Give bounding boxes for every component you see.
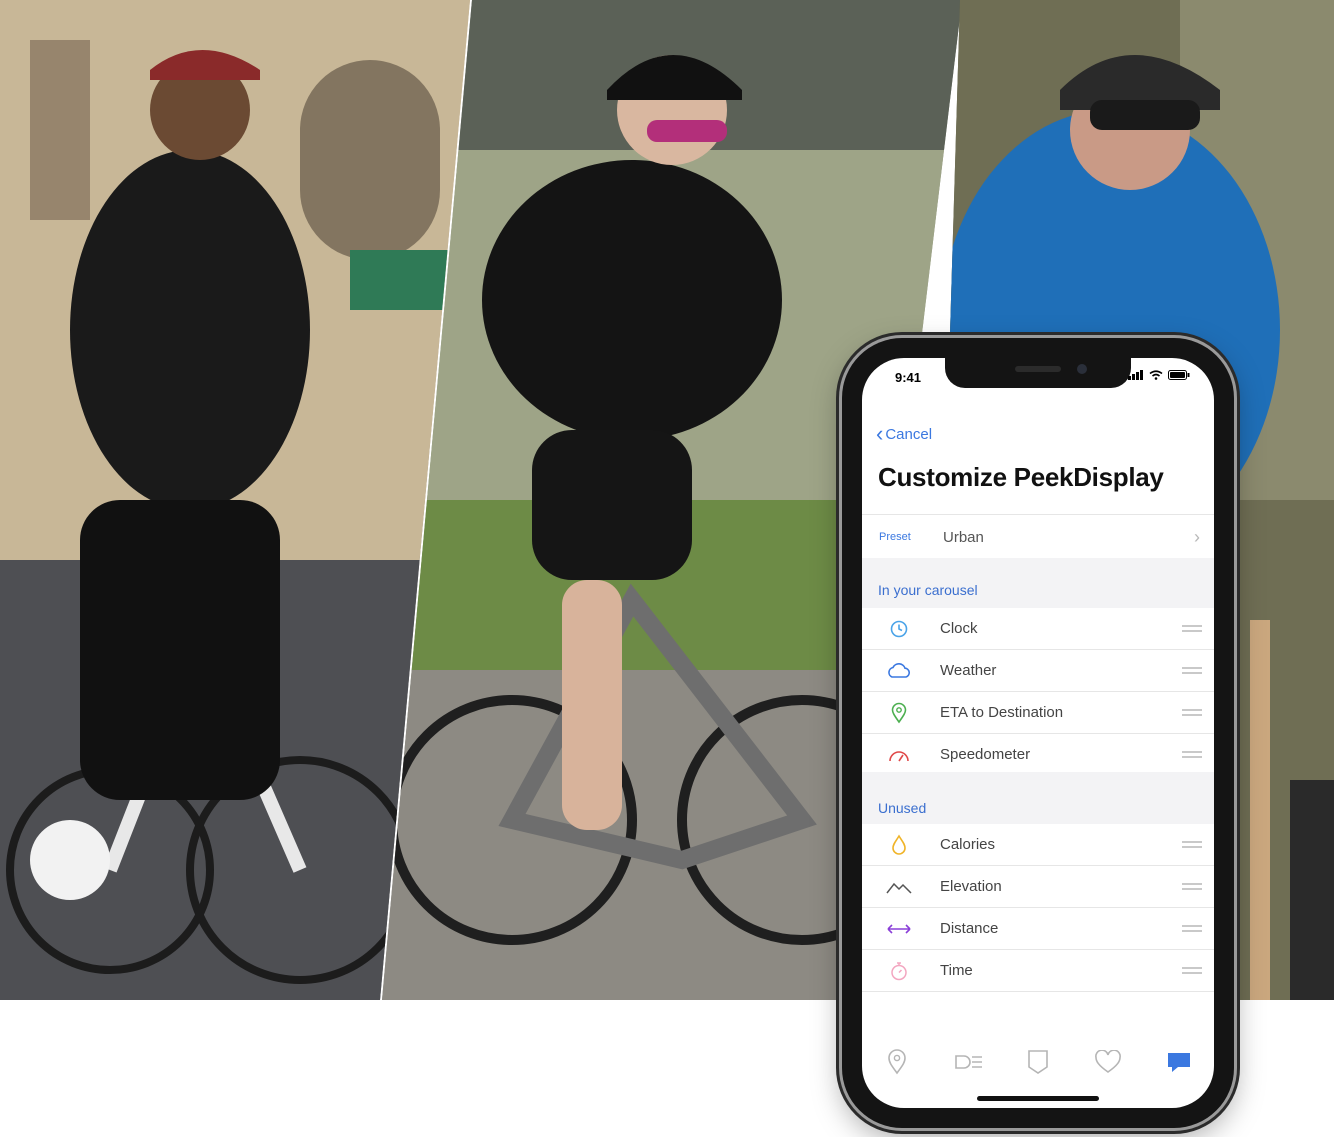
drag-handle-icon[interactable] (1182, 622, 1202, 635)
list-item-distance[interactable]: Distance (862, 908, 1214, 950)
heart-tab-icon[interactable] (1091, 1047, 1125, 1077)
chat-tab-icon[interactable] (1162, 1047, 1196, 1077)
page-title: Customize PeekDisplay (878, 462, 1164, 492)
unused-section-header (862, 772, 1214, 824)
wifi-icon (1149, 370, 1163, 380)
list-item-label: Weather (940, 662, 997, 679)
chevron-left-icon: ‹ (876, 420, 884, 446)
list-item-weather[interactable]: Weather (862, 650, 1214, 692)
list-item-label: Calories (940, 836, 996, 853)
speedometer-icon (886, 742, 912, 768)
list-item-label: Distance (940, 920, 999, 937)
list-item-time[interactable]: Time (862, 950, 1214, 992)
tab-bar (862, 1038, 1214, 1086)
drag-handle-icon[interactable] (1182, 922, 1202, 935)
clock-icon (886, 616, 912, 642)
unused-section-title: Unused (878, 800, 927, 816)
list-item-label: Elevation (940, 878, 1002, 895)
list-item-elevation[interactable]: Elevation (862, 866, 1214, 908)
cancel-button[interactable]: ‹ Cancel (876, 420, 933, 446)
signal-icon (1127, 370, 1143, 380)
list-item-label: Speedometer (940, 746, 1031, 763)
battery-icon (1168, 370, 1190, 380)
home-indicator (977, 1096, 1099, 1101)
front-camera (1077, 364, 1087, 374)
drag-handle-icon[interactable] (1182, 880, 1202, 893)
drag-handle-icon[interactable] (1182, 664, 1202, 677)
cancel-label: Cancel (885, 426, 933, 443)
elevation-icon (886, 874, 912, 900)
drag-handle-icon[interactable] (1182, 706, 1202, 719)
speaker-grille (1015, 366, 1061, 372)
list-item-label: Time (940, 962, 973, 979)
flame-icon (886, 832, 912, 858)
drag-handle-icon[interactable] (1182, 964, 1202, 977)
status-time: 9:41 (895, 370, 922, 385)
phone-notch (945, 358, 1131, 388)
carousel-list: Clock Weather ETA to Destination Speedom… (862, 608, 1214, 776)
list-item-calories[interactable]: Calories (862, 824, 1214, 866)
badge-tab-icon[interactable] (1021, 1047, 1055, 1077)
drag-handle-icon[interactable] (1182, 748, 1202, 761)
location-pin-icon (886, 700, 912, 726)
cloud-icon (886, 658, 912, 684)
list-item-speedometer[interactable]: Speedometer (862, 734, 1214, 776)
chevron-right-icon: › (1194, 526, 1200, 547)
stopwatch-icon (886, 958, 912, 984)
phone-screen: 9:41 ‹ Cancel Customize PeekDisplay Pres… (862, 358, 1214, 1108)
list-item-label: Clock (940, 620, 978, 637)
drag-handle-icon[interactable] (1182, 838, 1202, 851)
map-pin-tab-icon[interactable] (880, 1047, 914, 1077)
status-icons (1127, 370, 1190, 383)
list-item-eta[interactable]: ETA to Destination (862, 692, 1214, 734)
preset-label: Preset (879, 531, 911, 543)
distance-arrows-icon (886, 916, 912, 942)
carousel-section-title: In your carousel (878, 582, 978, 598)
unused-list: Calories Elevation Distance Time (862, 824, 1214, 992)
phone-mockup: 9:41 ‹ Cancel Customize PeekDisplay Pres… (842, 338, 1234, 1128)
preset-value: Urban (943, 528, 984, 546)
preset-row[interactable]: Preset Urban › (862, 514, 1214, 560)
headlight-tab-icon[interactable] (951, 1047, 985, 1077)
list-item-label: ETA to Destination (940, 704, 1064, 721)
list-item-clock[interactable]: Clock (862, 608, 1214, 650)
